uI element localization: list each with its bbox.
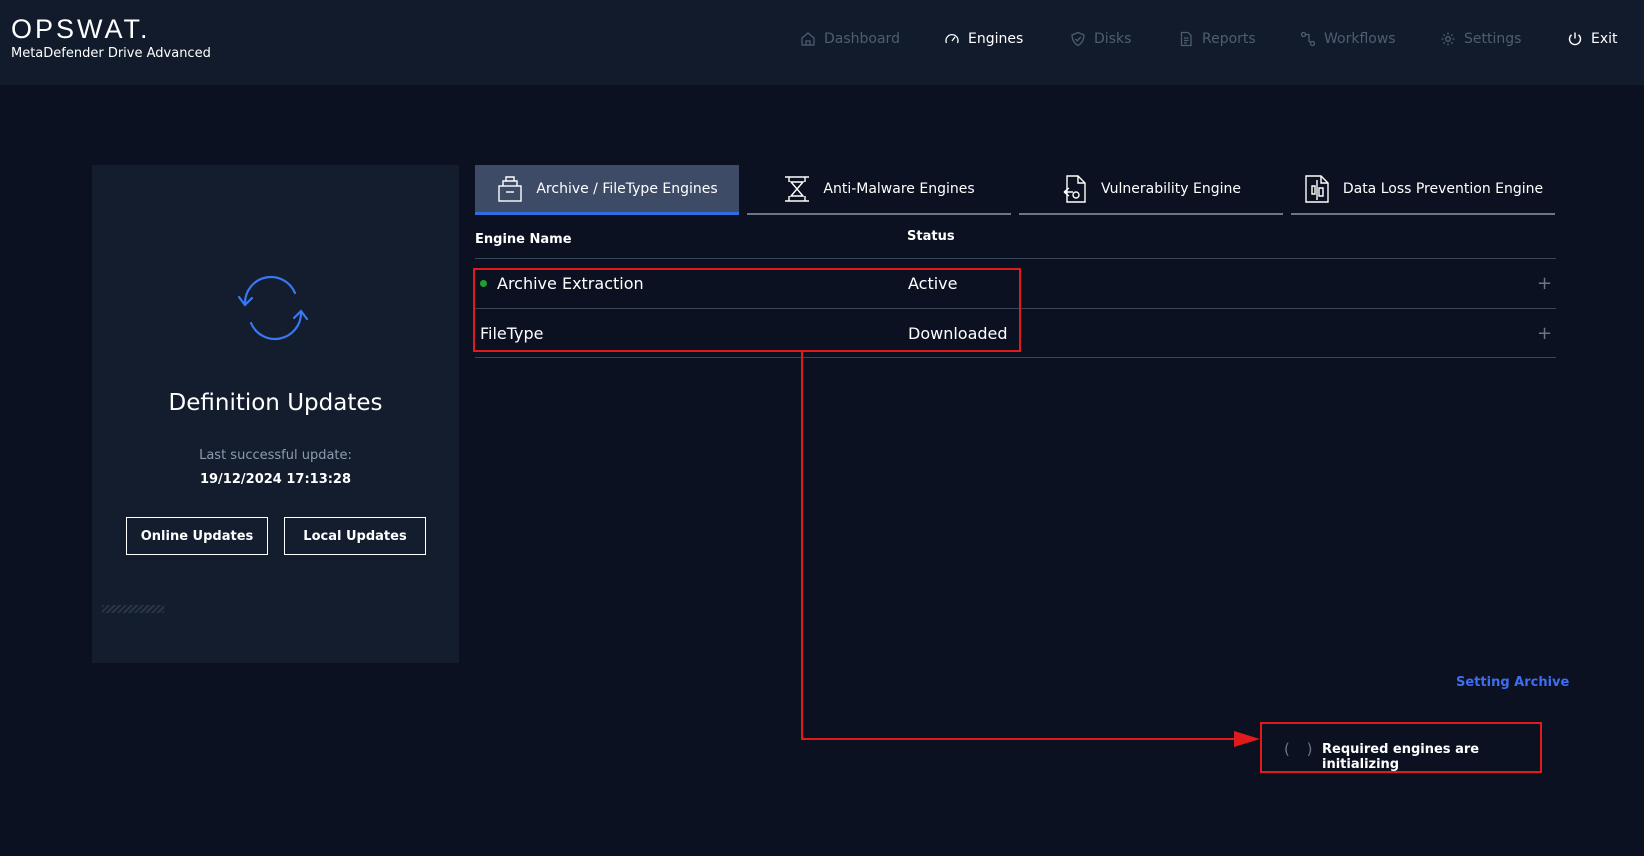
nav-engines[interactable]: Engines	[944, 28, 1023, 50]
online-updates-button[interactable]: Online Updates	[126, 517, 268, 555]
decorative-hatch	[102, 605, 164, 613]
home-icon	[801, 32, 815, 46]
workflow-icon	[1300, 31, 1316, 47]
antimalware-icon	[785, 176, 810, 202]
last-update-date: 19/12/2024 17:13:28	[199, 472, 352, 487]
local-updates-button[interactable]: Local Updates	[284, 517, 426, 555]
table-divider	[475, 357, 1556, 358]
nav-disks-label: Disks	[1094, 31, 1132, 47]
nav-engines-label: Engines	[968, 31, 1024, 47]
column-header-engine-name: Engine Name	[475, 232, 572, 247]
vulnerability-icon	[1063, 175, 1086, 203]
tab-anti-malware-label: Anti-Malware Engines	[823, 181, 975, 197]
definition-updates-panel: Definition Updates Last successful updat…	[92, 165, 459, 663]
tab-archive-filetype[interactable]: Archive / FileType Engines	[475, 165, 739, 215]
nav-settings-label: Settings	[1464, 31, 1522, 47]
nav-dashboard[interactable]: Dashboard	[800, 28, 900, 50]
document-icon	[1180, 31, 1192, 47]
product-name: MetaDefender Drive Advanced	[11, 46, 211, 61]
annotation-connector-horizontal	[801, 738, 1237, 740]
nav-exit-label: Exit	[1591, 31, 1618, 47]
nav-settings[interactable]: Settings	[1440, 28, 1521, 50]
sync-icon	[237, 275, 309, 341]
expand-plus-icon[interactable]: +	[1537, 323, 1552, 344]
tab-data-loss-prevention-label: Data Loss Prevention Engine	[1342, 181, 1544, 197]
tab-vulnerability-label: Vulnerability Engine	[1101, 181, 1241, 197]
annotation-box-engines	[473, 268, 1021, 352]
setting-archive-link[interactable]: Setting Archive	[1456, 675, 1569, 690]
gauge-icon	[945, 33, 959, 44]
nav-workflows[interactable]: Workflows	[1300, 28, 1396, 50]
last-update-label: Last successful update:	[199, 448, 352, 463]
top-header: OPSWAT. MetaDefender Drive Advanced Dash…	[0, 0, 1644, 85]
expand-plus-icon[interactable]: +	[1537, 273, 1552, 294]
tab-archive-filetype-label: Archive / FileType Engines	[536, 180, 718, 197]
archive-icon	[498, 175, 523, 202]
opswat-logo: OPSWAT.	[11, 14, 151, 44]
gear-icon	[1441, 32, 1455, 46]
definition-updates-title: Definition Updates	[168, 390, 383, 416]
column-header-status: Status	[907, 229, 955, 244]
annotation-arrow-icon	[1234, 731, 1260, 747]
nav-disks[interactable]: Disks	[1070, 28, 1131, 50]
annotation-box-initializing	[1260, 722, 1542, 773]
nav-dashboard-label: Dashboard	[824, 31, 900, 47]
table-divider	[475, 258, 1556, 259]
annotation-connector-vertical	[801, 352, 803, 740]
check-shield-icon	[1071, 31, 1085, 47]
tab-vulnerability[interactable]: Vulnerability Engine	[1019, 165, 1283, 215]
nav-reports[interactable]: Reports	[1178, 28, 1256, 50]
tab-data-loss-prevention[interactable]: Data Loss Prevention Engine	[1291, 165, 1555, 215]
nav-reports-label: Reports	[1202, 31, 1256, 47]
power-icon	[1568, 32, 1582, 46]
dlp-icon	[1305, 175, 1329, 203]
nav-exit[interactable]: Exit	[1567, 28, 1618, 50]
tab-anti-malware[interactable]: Anti-Malware Engines	[747, 165, 1011, 215]
nav-workflows-label: Workflows	[1324, 31, 1396, 47]
